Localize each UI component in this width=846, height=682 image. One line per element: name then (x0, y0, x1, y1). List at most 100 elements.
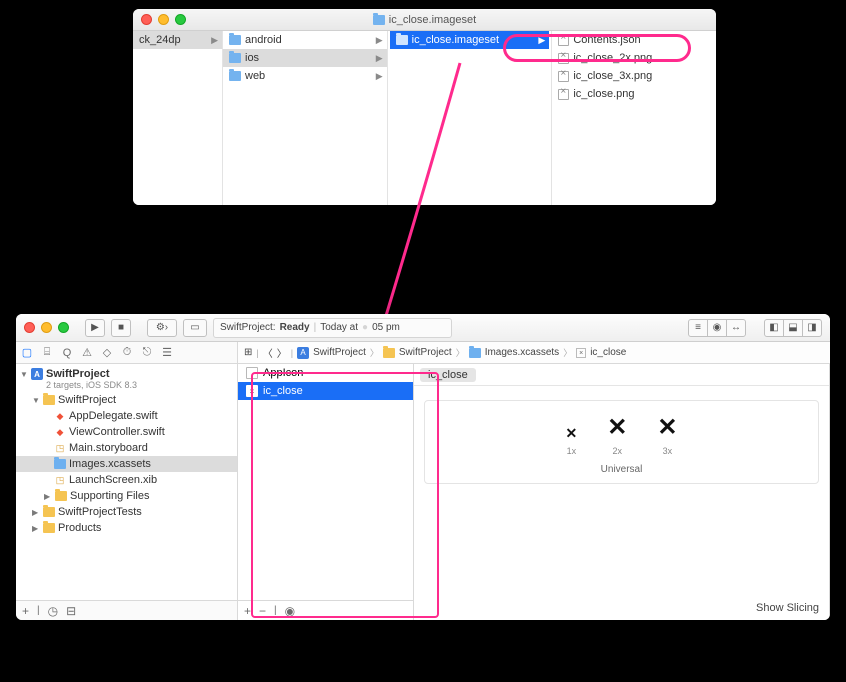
run-button[interactable]: ▶ (85, 319, 105, 337)
minimize-traffic-light[interactable] (41, 322, 52, 333)
xib-icon: ◳ (54, 474, 66, 486)
zoom-traffic-light[interactable] (58, 322, 69, 333)
close-traffic-light[interactable] (24, 322, 35, 333)
finder-col-1[interactable]: android▶ ios▶ web▶ (223, 31, 388, 205)
remove-asset-button[interactable]: − (259, 604, 266, 618)
label: AppDelegate.swift (69, 410, 158, 422)
navigator-selector[interactable]: ▢ ⌸ Q ⚠ ◇ ⏱ ⎋ ☰ (16, 342, 238, 364)
label: LaunchScreen.xib (69, 474, 157, 486)
filter-recent-icon[interactable]: ◷ (48, 604, 58, 618)
filter-icon[interactable]: ◉ (285, 604, 295, 618)
version-editor-button[interactable]: ↔ (726, 319, 746, 337)
add-asset-button[interactable]: + (244, 604, 251, 618)
tree-group[interactable]: ▼SwiftProject (16, 392, 237, 408)
finder-item[interactable]: web▶ (223, 67, 387, 85)
asset-item[interactable]: AppIcon (238, 364, 413, 382)
finder-item[interactable]: ic_close_3x.png (552, 67, 716, 85)
project-navigator[interactable]: ▼ASwiftProject 2 targets, iOS SDK 8.3 ▼S… (16, 364, 238, 620)
scheme-selector[interactable]: ⚙︎› (147, 319, 177, 337)
navigator-tree[interactable]: ▼ASwiftProject 2 targets, iOS SDK 8.3 ▼S… (16, 364, 237, 600)
debug-navigator-icon[interactable]: ⏱ (120, 346, 134, 359)
show-slicing-button[interactable]: Show Slicing (756, 602, 819, 614)
back-button[interactable]: 〈 (263, 345, 273, 360)
xcode-toolbar: ▶ ■ ⚙︎› ▭ SwiftProject: Ready | Today at… (16, 314, 830, 342)
find-navigator-icon[interactable]: Q (60, 347, 74, 359)
asset-catalog-list[interactable]: AppIcon ×ic_close + − | ◉ (238, 364, 414, 620)
crumb[interactable]: SwiftProject (313, 347, 366, 358)
symbol-navigator-icon[interactable]: ⌸ (40, 346, 54, 359)
tree-group[interactable]: ▶Products (16, 520, 237, 536)
project-icon: A (297, 347, 309, 359)
slot-label: 2x (613, 446, 623, 456)
standard-editor-button[interactable]: ≡ (688, 319, 708, 337)
chevron-right-icon: ▶ (376, 35, 383, 46)
editor-mode-segmented[interactable]: ≡ ◉ ↔ (688, 319, 746, 337)
tree-file[interactable]: ◆ViewController.swift (16, 424, 237, 440)
label: Images.xcassets (69, 458, 151, 470)
close-traffic-light[interactable] (141, 14, 152, 25)
finder-item[interactable]: ic_close.png (552, 85, 716, 103)
add-button[interactable]: + (22, 604, 29, 618)
finder-columns: ck_24dp ▶ android▶ ios▶ web▶ ic_close.im… (133, 31, 716, 205)
issue-navigator-icon[interactable]: ⚠ (80, 346, 94, 359)
jump-bar[interactable]: ⊞ | 〈 〉 | A SwiftProject〉 SwiftProject〉 … (238, 342, 830, 364)
project-navigator-icon[interactable]: ▢ (20, 346, 34, 359)
tree-file[interactable]: ◆AppDelegate.swift (16, 408, 237, 424)
image-slot-3x[interactable]: ✕3x (657, 413, 677, 456)
filter-scm-icon[interactable]: ⊟ (66, 604, 76, 618)
xcode-window: ▶ ■ ⚙︎› ▭ SwiftProject: Ready | Today at… (16, 314, 830, 620)
label: SwiftProject (46, 368, 110, 380)
forward-button[interactable]: 〉 (277, 345, 287, 360)
finder-col-2[interactable]: ic_close.imageset▶ (388, 31, 553, 205)
finder-titlebar[interactable]: ic_close.imageset (133, 9, 716, 31)
panel-toggle-segmented[interactable]: ◧ ⬓ ◨ (764, 319, 822, 337)
finder-item[interactable]: ios▶ (223, 49, 387, 67)
zoom-traffic-light[interactable] (175, 14, 186, 25)
tree-file-selected[interactable]: Images.xcassets (16, 456, 237, 472)
finder-item[interactable]: ic_close_2x.png (552, 49, 716, 67)
finder-item[interactable]: ck_24dp ▶ (133, 31, 222, 49)
chevron-right-icon: ▶ (211, 35, 218, 46)
stop-button[interactable]: ■ (111, 319, 131, 337)
item-label: ck_24dp (139, 34, 181, 46)
imageset-icon: × (576, 348, 586, 358)
assistant-editor-button[interactable]: ◉ (707, 319, 727, 337)
related-items-icon[interactable]: ⊞ (244, 347, 252, 358)
toggle-inspector-button[interactable]: ◨ (802, 319, 822, 337)
asset-item-selected[interactable]: ×ic_close (238, 382, 413, 400)
finder-item[interactable]: Contents.json (552, 31, 716, 49)
tree-file[interactable]: ◳Main.storyboard (16, 440, 237, 456)
tree-group[interactable]: ▶SwiftProjectTests (16, 504, 237, 520)
finder-col-3[interactable]: Contents.json ic_close_2x.png ic_close_3… (552, 31, 716, 205)
assets-icon (54, 459, 66, 469)
folder-icon (469, 348, 481, 358)
finder-item-selected[interactable]: ic_close.imageset▶ (390, 31, 550, 49)
file-icon (558, 35, 569, 46)
toggle-debug-button[interactable]: ⬓ (783, 319, 803, 337)
chevron-right-icon: ▶ (538, 35, 545, 46)
toggle-navigator-button[interactable]: ◧ (764, 319, 784, 337)
image-set-well[interactable]: ✕1x ✕2x ✕3x Universal (424, 400, 819, 484)
report-navigator-icon[interactable]: ☰ (160, 346, 174, 359)
crumb[interactable]: Images.xcassets (485, 347, 559, 358)
tree-file[interactable]: ◳LaunchScreen.xib (16, 472, 237, 488)
xcode-body: ▼ASwiftProject 2 targets, iOS SDK 8.3 ▼S… (16, 364, 830, 620)
image-slot-2x[interactable]: ✕2x (607, 413, 627, 456)
finder-col-0[interactable]: ck_24dp ▶ (133, 31, 223, 205)
destination-selector[interactable]: ▭ (183, 319, 207, 337)
crumb[interactable]: SwiftProject (399, 347, 452, 358)
breakpoint-navigator-icon[interactable]: ⎋ (140, 346, 154, 359)
label: Supporting Files (70, 490, 150, 502)
tree-group[interactable]: ▶Supporting Files (16, 488, 237, 504)
storyboard-icon: ◳ (54, 442, 66, 454)
image-slot-1x[interactable]: ✕1x (566, 425, 578, 456)
imageset-icon: × (246, 385, 258, 397)
imageset-name-pill[interactable]: ic_close (420, 368, 476, 382)
test-navigator-icon[interactable]: ◇ (100, 346, 114, 359)
item-label: ic_close.png (573, 88, 634, 100)
item-label: ic_close_3x.png (573, 70, 652, 82)
finder-item[interactable]: android▶ (223, 31, 387, 49)
label: AppIcon (263, 367, 303, 379)
minimize-traffic-light[interactable] (158, 14, 169, 25)
crumb[interactable]: ic_close (590, 347, 626, 358)
